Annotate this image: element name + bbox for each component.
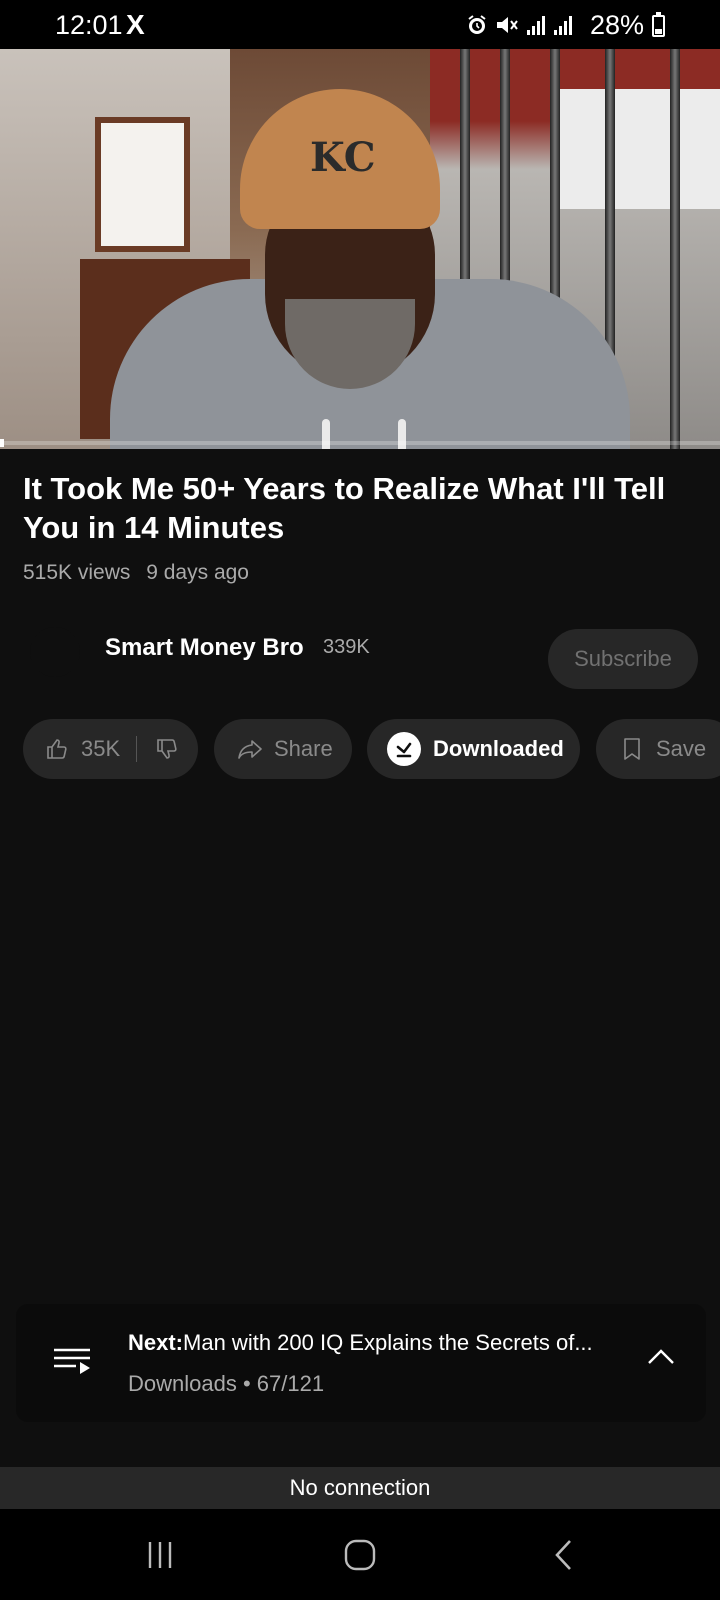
status-bar: 12:01 X 28%	[0, 0, 720, 49]
chevron-up-icon[interactable]	[646, 1347, 676, 1372]
mute-icon	[495, 14, 519, 36]
share-arrow-icon	[236, 735, 264, 763]
alarm-icon	[466, 14, 488, 36]
signal-icon	[554, 15, 572, 35]
thumbs-down-icon[interactable]	[153, 735, 181, 763]
back-icon[interactable]	[534, 1533, 594, 1577]
channel-row[interactable]: Smart Money Bro 339K Subscribe	[0, 615, 720, 689]
video-title: It Took Me 50+ Years to Realize What I'l…	[23, 471, 666, 545]
next-up-card[interactable]: Next:Man with 200 IQ Explains the Secret…	[16, 1304, 706, 1422]
recent-apps-icon[interactable]	[130, 1533, 190, 1577]
battery-icon	[652, 12, 665, 37]
like-divider	[136, 736, 138, 762]
share-label: Share	[274, 736, 333, 761]
next-prefix: Next:	[128, 1330, 184, 1355]
cap-logo: KC	[310, 134, 376, 181]
share-button[interactable]: Share	[214, 719, 352, 779]
no-connection-banner: No connection	[0, 1467, 720, 1509]
video-meta[interactable]: 515K views 9 days ago	[23, 561, 249, 585]
download-check-icon	[387, 732, 421, 766]
thumbs-up-icon[interactable]	[43, 735, 71, 763]
downloaded-button[interactable]: Downloaded	[367, 719, 580, 779]
signal-icon	[527, 15, 545, 35]
battery-percent: 28%	[590, 10, 645, 40]
system-nav-bar	[0, 1509, 720, 1600]
upload-age: 9 days ago	[146, 561, 249, 584]
video-player[interactable]: KC	[0, 49, 720, 449]
like-dislike-pill: 35K	[23, 719, 198, 779]
like-count[interactable]: 35K	[81, 736, 120, 762]
x-app-icon: X	[126, 9, 145, 40]
progress-scrubber[interactable]	[0, 439, 4, 447]
save-label: Save	[656, 736, 707, 761]
view-count: 515K views	[23, 561, 131, 584]
channel-avatar[interactable]	[30, 627, 80, 677]
subscriber-count: 339K	[323, 636, 370, 658]
save-button[interactable]: Save	[596, 719, 720, 779]
subscribe-button[interactable]: Subscribe	[548, 629, 698, 689]
next-up-title: Next:Man with 200 IQ Explains the Secret…	[128, 1330, 593, 1356]
playlist-queue-icon	[52, 1346, 92, 1379]
home-icon[interactable]	[330, 1533, 390, 1577]
playlist-position: Downloads • 67/121	[128, 1371, 325, 1396]
bookmark-icon	[618, 735, 646, 763]
next-video-title: Man with 200 IQ Explains the Secrets of.…	[183, 1330, 593, 1355]
status-time: 12:01	[55, 10, 123, 40]
channel-name[interactable]: Smart Money Bro	[105, 634, 304, 662]
video-progress-bar[interactable]	[0, 441, 720, 445]
downloaded-label: Downloaded	[433, 736, 564, 761]
